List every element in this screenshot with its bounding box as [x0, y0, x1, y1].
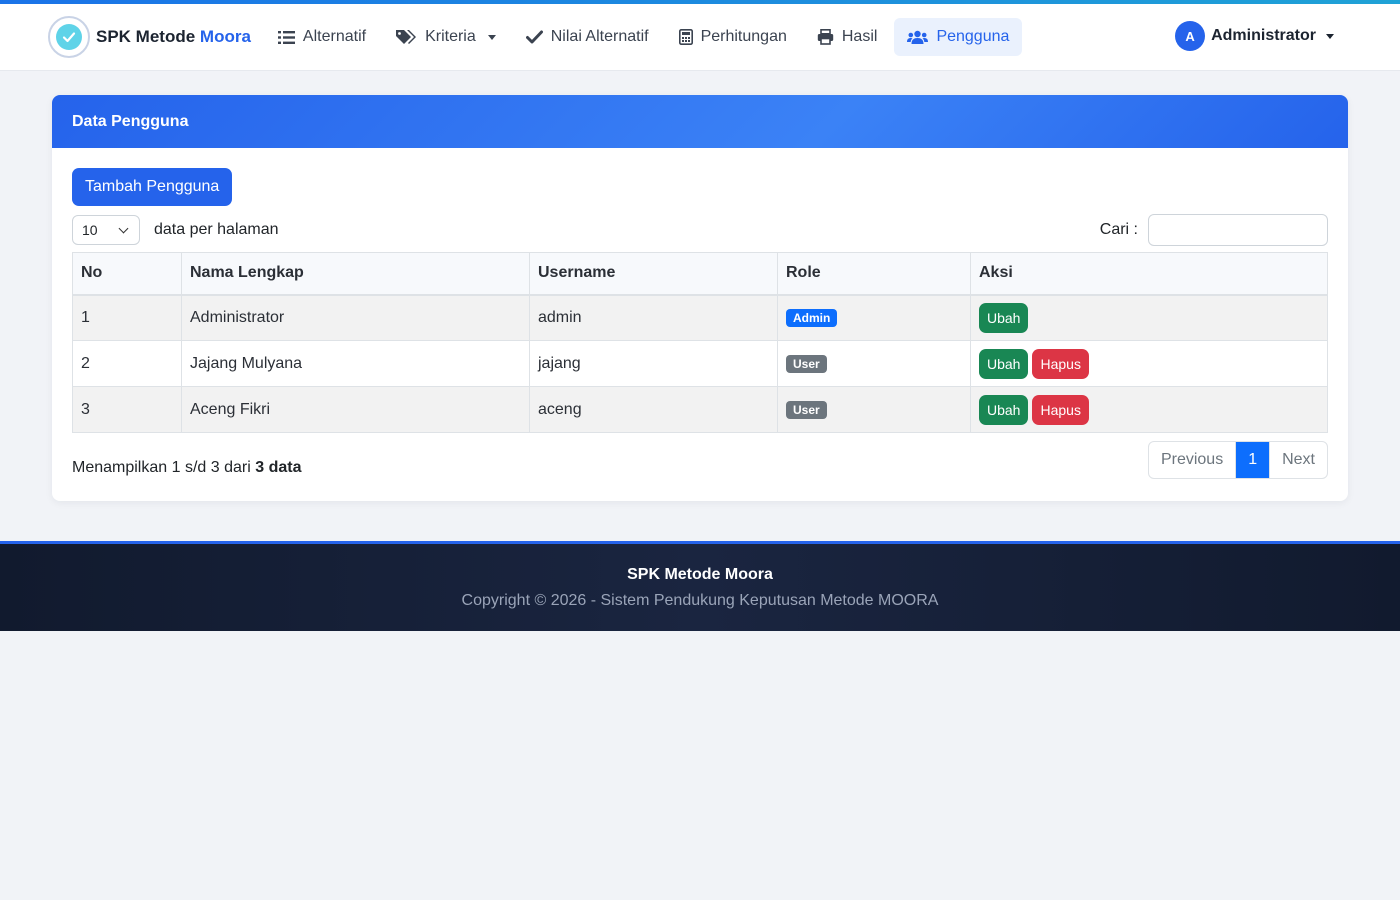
footer-copyright: Copyright © 2026 - Sistem Pendukung Kepu… [461, 592, 939, 609]
cell-name: Jajang Mulyana [181, 340, 530, 387]
search-label: Cari : [1099, 221, 1138, 238]
add-user-button[interactable]: Tambah Pengguna [72, 168, 233, 206]
search-input[interactable] [1148, 214, 1328, 246]
card-title: Data Pengguna [52, 95, 1348, 148]
avatar: A [1175, 21, 1206, 51]
cell-role: User [777, 340, 971, 387]
chevron-down-icon [118, 223, 129, 233]
user-name: Administrator [1211, 27, 1316, 44]
caret-down-icon [1326, 33, 1334, 39]
tags-icon [396, 30, 417, 44]
site-footer: SPK Metode Moora Copyright © 2026 - Sist… [0, 541, 1400, 631]
cell-username: jajang [529, 340, 778, 387]
cell-role: User [777, 386, 971, 433]
calculator-icon [678, 29, 693, 45]
role-badge: User [786, 354, 827, 373]
edit-button[interactable]: Ubah [979, 394, 1029, 425]
footer-title: SPK Metode Moora [627, 566, 773, 583]
cell-actions: Ubah Hapus [970, 340, 1328, 387]
role-badge: User [786, 400, 827, 419]
page-length-value: 10 [82, 222, 98, 238]
next-page-button[interactable]: Next [1269, 442, 1327, 478]
table-row: 1 Administrator admin Admin Ubah [72, 294, 1328, 341]
page-length-label: data per halaman [154, 221, 279, 238]
column-header-nama-lengkap[interactable]: Nama Lengkap [181, 252, 530, 296]
column-header-no[interactable]: No [72, 252, 182, 296]
cell-no: 2 [72, 340, 182, 387]
info-total: 3 data [255, 459, 302, 476]
brand-logo-icon [48, 16, 90, 58]
nav-item-perhitungan[interactable]: Perhitungan [666, 18, 800, 56]
user-menu[interactable]: A Administrator [1175, 21, 1334, 51]
delete-button[interactable]: Hapus [1032, 348, 1089, 379]
nav-item-alternatif[interactable]: Alternatif [265, 18, 379, 56]
brand[interactable]: SPK Metode Moora [48, 16, 251, 58]
column-header-role[interactable]: Role [777, 252, 971, 296]
edit-button[interactable]: Ubah [979, 302, 1029, 333]
previous-page-button[interactable]: Previous [1149, 442, 1237, 478]
column-header-aksi[interactable]: Aksi [970, 252, 1328, 296]
cell-actions: Ubah Hapus [970, 386, 1328, 433]
cell-username: admin [529, 294, 778, 341]
cell-name: Administrator [181, 294, 530, 341]
users-icon [907, 30, 929, 44]
delete-button[interactable]: Hapus [1032, 394, 1089, 425]
page-1-button[interactable]: 1 [1236, 442, 1270, 478]
nav-label: Perhitungan [700, 28, 787, 45]
nav-label: Hasil [841, 28, 878, 45]
table-row: 2 Jajang Mulyana jajang User Ubah Hapus [72, 340, 1328, 387]
cell-no: 1 [72, 294, 182, 341]
cell-actions: Ubah [970, 294, 1328, 341]
cell-no: 3 [72, 386, 182, 433]
nav-item-pengguna[interactable]: Pengguna [894, 18, 1023, 56]
cell-role: Admin [777, 294, 971, 341]
nav-item-nilai-alternatif[interactable]: Nilai Alternatif [513, 18, 662, 56]
main-nav: Alternatif Kriteria Nilai Alternatif Per… [265, 18, 1023, 56]
users-card: Data Pengguna Tambah Pengguna 10 data pe… [52, 95, 1348, 501]
cell-name: Aceng Fikri [181, 386, 530, 433]
nav-item-hasil[interactable]: Hasil [804, 18, 891, 56]
list-icon [277, 30, 295, 44]
table-row: 3 Aceng Fikri aceng User Ubah Hapus [72, 386, 1328, 433]
nav-label: Kriteria [425, 28, 476, 45]
brand-text: SPK Metode Moora [96, 27, 251, 46]
navbar: SPK Metode Moora Alternatif Kriteria Nil… [0, 4, 1400, 71]
info-text: Menampilkan 1 s/d 3 dari [72, 459, 251, 476]
column-header-username[interactable]: Username [529, 252, 778, 296]
caret-down-icon [487, 34, 496, 40]
pagination: Previous 1 Next [1147, 441, 1328, 479]
check-icon [525, 30, 543, 44]
edit-button[interactable]: Ubah [979, 348, 1029, 379]
print-icon [817, 29, 834, 45]
users-table: No Nama Lengkap Username Role Aksi 1 Adm… [72, 252, 1328, 433]
cell-username: aceng [529, 386, 778, 433]
role-badge: Admin [786, 308, 838, 327]
nav-label: Nilai Alternatif [550, 28, 649, 45]
nav-label: Alternatif [302, 28, 367, 45]
page-length-select[interactable]: 10 [72, 215, 140, 245]
table-info: Menampilkan 1 s/d 3 dari 3 data [72, 459, 301, 477]
nav-item-kriteria[interactable]: Kriteria [383, 18, 509, 56]
nav-label: Pengguna [936, 28, 1010, 45]
